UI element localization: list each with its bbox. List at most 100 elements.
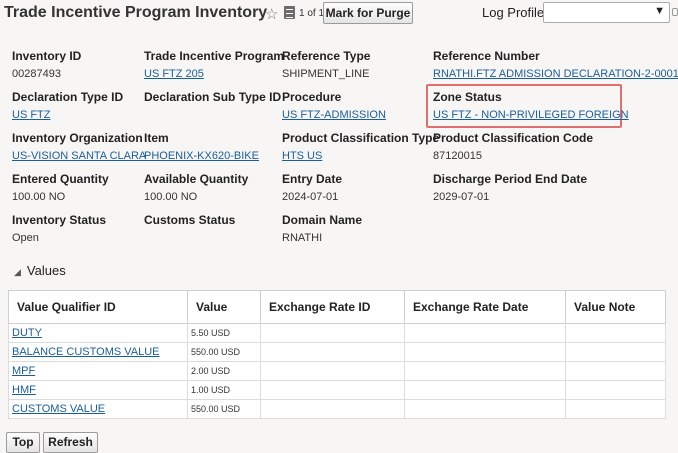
field-zone-status: Zone Status US FTZ - NON-PRIVILEGED FORE… — [433, 90, 629, 121]
document-list-icon[interactable] — [284, 6, 295, 19]
qualifier-link[interactable]: CUSTOMS VALUE — [12, 403, 105, 415]
field-trade-incentive-program: Trade Incentive Program US FTZ 205 — [144, 49, 284, 80]
field-item: Item PHOENIX-KX620-BIKE — [144, 131, 259, 162]
field-label: Procedure — [282, 90, 342, 104]
exchange-rate-date-cell — [404, 361, 566, 381]
mark-for-purge-button[interactable]: Mark for Purge — [323, 2, 413, 24]
declaration-type-link[interactable]: US FTZ — [12, 109, 123, 121]
log-profile-label: Log Profile — [482, 5, 545, 20]
value-note-cell — [565, 361, 666, 381]
qualifier-link[interactable]: DUTY — [12, 327, 42, 339]
field-label: Zone Status — [433, 90, 502, 104]
chevron-down-icon: ▼ — [654, 5, 665, 17]
value-cell: 2.00 USD — [187, 361, 261, 381]
field-label: Item — [144, 131, 169, 145]
field-label: Inventory ID — [12, 49, 82, 63]
reference-number-link[interactable]: RNATHI.FTZ ADMISSION DECLARATION-2-0001 — [433, 68, 678, 80]
qualifier-link[interactable]: BALANCE CUSTOMS VALUE — [12, 346, 160, 358]
procedure-link[interactable]: US FTZ-ADMISSION — [282, 109, 386, 121]
field-value: 2024-07-01 — [282, 191, 339, 203]
field-inventory-organization: Inventory Organization US-VISION SANTA C… — [12, 131, 146, 162]
field-label: Product Classification Type — [282, 131, 440, 145]
product-classification-type-link[interactable]: HTS US — [282, 150, 439, 162]
field-declaration-sub-type-id: Declaration Sub Type ID — [144, 90, 281, 109]
qualifier-link[interactable]: MPF — [12, 365, 35, 377]
page-title: Trade Incentive Program Inventory — [4, 4, 268, 21]
zone-status-link[interactable]: US FTZ - NON-PRIVILEGED FOREIGN — [433, 109, 629, 121]
favorite-star-icon[interactable]: ☆ — [265, 5, 278, 23]
column-header-value-note[interactable]: Value Note — [565, 290, 666, 324]
field-value: 100.00 NO — [144, 191, 198, 203]
field-value: Open — [12, 232, 39, 244]
exchange-rate-date-cell — [404, 342, 566, 362]
field-label: Discharge Period End Date — [433, 172, 588, 186]
exchange-rate-date-cell — [404, 399, 566, 419]
field-label: Inventory Status — [12, 213, 107, 227]
inventory-organization-link[interactable]: US-VISION SANTA CLARA — [12, 150, 146, 162]
field-entry-date: Entry Date 2024-07-01 — [282, 172, 342, 203]
value-note-cell — [565, 323, 666, 343]
field-inventory-id: Inventory ID 00287493 — [12, 49, 81, 80]
field-label: Product Classification Code — [433, 131, 594, 145]
field-label: Reference Type — [282, 49, 371, 63]
value-note-cell — [565, 342, 666, 362]
exchange-rate-date-cell — [404, 323, 566, 343]
exchange-rate-id-cell — [260, 361, 405, 381]
field-label: Available Quantity — [144, 172, 249, 186]
field-procedure: Procedure US FTZ-ADMISSION — [282, 90, 386, 121]
top-button[interactable]: Top — [6, 432, 40, 453]
field-inventory-status: Inventory Status Open — [12, 213, 106, 244]
values-table: Value Qualifier ID Value Exchange Rate I… — [8, 290, 666, 419]
field-label: Trade Incentive Program — [144, 49, 285, 63]
field-value: 2029-07-01 — [433, 191, 490, 203]
field-discharge-period-end-date: Discharge Period End Date 2029-07-01 — [433, 172, 587, 203]
value-cell: 5.50 USD — [187, 323, 261, 343]
field-label: Domain Name — [282, 213, 363, 227]
refresh-button[interactable]: Refresh — [43, 432, 98, 453]
field-reference-number: Reference Number RNATHI.FTZ ADMISSION DE… — [433, 49, 678, 80]
field-reference-type: Reference Type SHIPMENT_LINE — [282, 49, 370, 80]
field-entered-quantity: Entered Quantity 100.00 NO — [12, 172, 109, 203]
qualifier-cell: DUTY — [8, 323, 188, 343]
value-cell: 550.00 USD — [187, 399, 261, 419]
field-product-classification-type: Product Classification Type HTS US — [282, 131, 439, 162]
field-value: 100.00 NO — [12, 191, 66, 203]
exchange-rate-id-cell — [260, 380, 405, 400]
qualifier-cell: CUSTOMS VALUE — [8, 399, 188, 419]
field-value: 00287493 — [12, 68, 61, 80]
table-row: CUSTOMS VALUE 550.00 USD — [8, 399, 666, 419]
field-label: Entry Date — [282, 172, 343, 186]
exchange-rate-id-cell — [260, 399, 405, 419]
field-available-quantity: Available Quantity 100.00 NO — [144, 172, 248, 203]
column-header-exchange-rate-id[interactable]: Exchange Rate ID — [260, 290, 405, 324]
record-count: 1 of 1 — [299, 8, 325, 19]
values-section-toggle[interactable]: ◢ Values — [14, 263, 66, 278]
item-link[interactable]: PHOENIX-KX620-BIKE — [144, 150, 259, 162]
trade-incentive-program-link[interactable]: US FTZ 205 — [144, 68, 284, 80]
field-declaration-type-id: Declaration Type ID US FTZ — [12, 90, 123, 121]
field-label: Declaration Type ID — [12, 90, 124, 104]
table-row: MPF 2.00 USD — [8, 361, 666, 381]
field-domain-name: Domain Name RNATHI — [282, 213, 362, 244]
field-customs-status: Customs Status — [144, 213, 235, 232]
field-value: 87120015 — [433, 150, 482, 162]
field-label: Declaration Sub Type ID — [144, 90, 282, 104]
qualifier-cell: BALANCE CUSTOMS VALUE — [8, 342, 188, 362]
collapse-triangle-icon: ◢ — [14, 267, 21, 277]
column-header-value-qualifier-id[interactable]: Value Qualifier ID — [8, 290, 188, 324]
log-profile-select[interactable]: ▼ — [543, 2, 670, 23]
exchange-rate-id-cell — [260, 342, 405, 362]
column-header-value[interactable]: Value — [187, 290, 261, 324]
field-value: SHIPMENT_LINE — [282, 68, 370, 80]
values-section-title: Values — [26, 263, 66, 278]
qualifier-cell: MPF — [8, 361, 188, 381]
field-label: Entered Quantity — [12, 172, 109, 186]
field-value: RNATHI — [282, 232, 323, 244]
value-cell: 550.00 USD — [187, 342, 261, 362]
table-row: HMF 1.00 USD — [8, 380, 666, 400]
column-header-exchange-rate-date[interactable]: Exchange Rate Date — [404, 290, 566, 324]
qualifier-link[interactable]: HMF — [12, 384, 36, 396]
value-note-cell — [565, 380, 666, 400]
exchange-rate-date-cell — [404, 380, 566, 400]
field-label: Customs Status — [144, 213, 236, 227]
